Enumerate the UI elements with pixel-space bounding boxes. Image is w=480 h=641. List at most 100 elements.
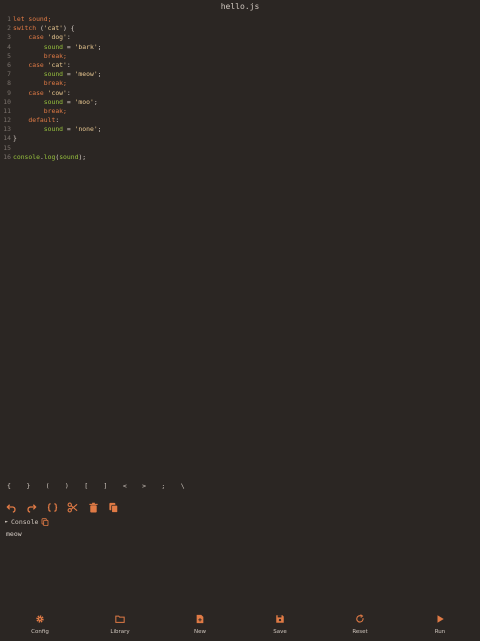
undo-icon xyxy=(5,503,16,513)
library-button[interactable]: Library xyxy=(90,612,150,635)
scissors-icon xyxy=(67,502,77,512)
code-token: : xyxy=(66,88,71,97)
config-button[interactable]: Config xyxy=(10,612,70,635)
copy-button[interactable] xyxy=(106,500,120,514)
line-number: 16 xyxy=(3,152,11,161)
code-line[interactable]: 7 sound = 'meow'; xyxy=(0,70,480,79)
code-token: sound xyxy=(59,152,79,161)
redo-button[interactable] xyxy=(24,500,38,514)
code-line[interactable]: 3 case 'dog': xyxy=(0,33,480,42)
symbol-key[interactable]: ( xyxy=(43,482,53,490)
symbol-key[interactable]: < xyxy=(120,482,130,490)
code-token: break; xyxy=(13,79,67,88)
code-text: let sound; xyxy=(13,15,480,24)
expand-arrow-icon: ► xyxy=(5,519,9,525)
code-line[interactable]: 16 console.log(sound); xyxy=(0,153,480,162)
code-text: default: xyxy=(13,116,480,125)
code-text: break; xyxy=(13,52,480,61)
save-icon xyxy=(276,615,284,623)
code-token: break; xyxy=(13,106,67,115)
symbol-key[interactable]: ; xyxy=(158,482,168,490)
code-text: console.log(sound); xyxy=(13,153,480,162)
copy-icon xyxy=(108,502,118,513)
code-editor[interactable]: 1 let sound; 2 switch ('cat') {3 case 'dog'… xyxy=(0,15,480,162)
code-line[interactable]: 15 xyxy=(0,144,480,153)
code-token: ; xyxy=(97,125,102,134)
save-button[interactable]: Save xyxy=(250,612,310,635)
code-token: sound xyxy=(13,42,64,51)
code-line[interactable]: 4 sound = 'bark'; xyxy=(0,43,480,52)
code-token: 'none' xyxy=(74,125,98,134)
code-token: break; xyxy=(13,51,67,60)
code-text: sound = 'bark'; xyxy=(13,43,480,52)
code-line[interactable]: 1 let sound; xyxy=(0,15,480,24)
code-token: default xyxy=(13,116,56,125)
code-token: log xyxy=(43,152,56,161)
new-file-icon xyxy=(196,614,204,624)
console-header[interactable]: ► Console xyxy=(5,517,49,527)
code-line[interactable]: 12 default: xyxy=(0,116,480,125)
code-line[interactable]: 2 switch ('cat') { xyxy=(0,24,480,33)
code-text: case 'cow': xyxy=(13,89,480,98)
run-button[interactable]: Run xyxy=(410,612,470,635)
config-label: Config xyxy=(31,629,49,635)
symbol-key[interactable]: [ xyxy=(81,482,91,490)
code-token: = xyxy=(63,42,75,51)
line-number: 9 xyxy=(7,88,11,97)
console-output: meow xyxy=(6,530,22,538)
symbol-key[interactable]: ) xyxy=(62,482,72,490)
symbol-bar: {} () [] < >; \ xyxy=(0,482,200,492)
code-token: = xyxy=(63,97,75,106)
symbol-key[interactable]: } xyxy=(23,482,33,490)
code-line[interactable]: 5 break; xyxy=(0,52,480,61)
line-number: 3 xyxy=(7,33,11,42)
code-text: sound = 'none'; xyxy=(13,125,480,134)
code-line[interactable]: 8 break; xyxy=(0,79,480,88)
bottom-nav: Config Library New Save Reset Run xyxy=(0,612,480,641)
folder-icon xyxy=(115,615,125,623)
code-token: : xyxy=(66,60,71,69)
code-token: case xyxy=(13,88,48,97)
code-text: case 'cat': xyxy=(13,61,480,70)
new-button[interactable]: New xyxy=(170,612,230,635)
library-label: Library xyxy=(110,629,130,635)
code-token: : xyxy=(66,33,71,42)
code-token: ); xyxy=(78,152,87,161)
code-token: ; xyxy=(97,42,102,51)
symbol-key[interactable]: { xyxy=(4,482,14,490)
code-token: ; xyxy=(93,97,98,106)
line-number: 7 xyxy=(7,70,11,79)
code-text: break; xyxy=(13,107,480,116)
format-button[interactable] xyxy=(45,500,59,514)
code-line[interactable]: 6 case 'cat': xyxy=(0,61,480,70)
code-token: let sound; xyxy=(13,15,52,23)
redo-icon xyxy=(26,503,37,513)
code-token: 'meow' xyxy=(74,70,98,79)
code-token: case xyxy=(13,33,48,42)
symbol-key[interactable]: \ xyxy=(178,482,188,490)
code-line[interactable]: 9 case 'cow': xyxy=(0,89,480,98)
symbol-key[interactable]: ] xyxy=(101,482,111,490)
code-line[interactable]: 11 break; xyxy=(0,107,480,116)
run-label: Run xyxy=(434,629,446,635)
code-token: ) { xyxy=(63,24,75,33)
save-label: Save xyxy=(273,629,287,635)
cut-button[interactable] xyxy=(65,500,79,514)
code-line[interactable]: 13 sound = 'none'; xyxy=(0,125,480,134)
code-text: switch ('cat') { xyxy=(13,24,480,33)
window-title: hello.js xyxy=(220,2,260,11)
code-token: } xyxy=(13,134,17,143)
undo-button[interactable] xyxy=(4,500,18,514)
code-line[interactable]: 10 sound = 'moo'; xyxy=(0,98,480,107)
reset-button[interactable]: Reset xyxy=(330,612,390,635)
delete-button[interactable] xyxy=(86,500,100,514)
code-token: ; xyxy=(97,70,102,79)
code-token: = xyxy=(63,125,75,134)
code-text: case 'dog': xyxy=(13,33,480,42)
symbol-key[interactable]: > xyxy=(139,482,149,490)
code-line[interactable]: 14} xyxy=(0,134,480,143)
copy-console-icon[interactable] xyxy=(41,518,49,526)
line-number: 11 xyxy=(3,106,11,115)
line-number: 4 xyxy=(7,42,11,51)
line-number: 15 xyxy=(3,143,11,152)
